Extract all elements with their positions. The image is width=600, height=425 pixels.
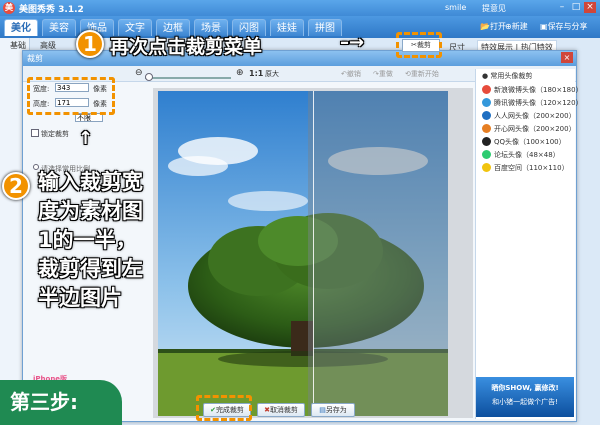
user-name[interactable]: smile [445, 3, 466, 12]
save-share-button[interactable]: ▣保存与分享 [540, 21, 588, 32]
step2-instruction: 输入裁剪宽 度为素材图 1的一半， 裁剪得到左 半边图片 [38, 168, 143, 313]
tab-face[interactable]: 美容 [42, 19, 76, 36]
title-bar: 美 美图秀秀 3.1.2 smile 提意见 – □ × [0, 0, 600, 16]
crop-menu-highlight [396, 32, 442, 58]
cancel-crop-button[interactable]: ✖取消裁剪 [257, 403, 305, 417]
preset-forum-label: 论坛头像（48×48） [494, 151, 560, 159]
step1-arrow: –→ [340, 32, 365, 53]
lock-ratio-checkbox[interactable] [31, 129, 39, 137]
preset-baidu-label: 百度空间（110×110） [494, 164, 569, 172]
preset-renren-label: 人人网头像（200×200） [494, 112, 576, 120]
step1-instruction: 再次点击裁剪菜单 [110, 36, 263, 58]
step2-line-2: 度为素材图 [38, 199, 143, 223]
qq-penguin-icon [482, 137, 491, 146]
crop-boundary-line[interactable] [313, 91, 314, 416]
step-number-1: 1 [76, 30, 104, 58]
lock-ratio-label: 锁定裁剪 [41, 130, 69, 138]
crop-dim-overlay [308, 91, 448, 416]
tab-collage[interactable]: 拼图 [308, 19, 342, 36]
preset-qq-label: QQ头像（100×100） [494, 138, 566, 146]
renren-icon [482, 111, 491, 120]
promo-banner-subtitle: 和小猪一起做个广告! [492, 398, 558, 406]
dialog-close-icon[interactable]: × [561, 52, 573, 63]
reset-button[interactable]: ⟲重新开始 [405, 69, 439, 79]
original-size-button[interactable]: 原大 [265, 69, 279, 79]
step2-line-3: 1的一半， [38, 228, 137, 252]
zoom-slider-knob[interactable] [145, 73, 153, 81]
new-label: 新建 [511, 22, 528, 31]
save-as-button[interactable]: ▤另存为 [311, 403, 355, 417]
app-window: 美 美图秀秀 3.1.2 smile 提意见 – □ × 美化 美容 饰品 文字… [0, 0, 600, 425]
baidu-paw-icon [482, 163, 491, 172]
finish-button-highlight [196, 395, 252, 421]
size-input-highlight [27, 77, 115, 115]
avatar-bullet-icon: ● [482, 72, 489, 80]
tab-beautify[interactable]: 美化 [4, 19, 38, 36]
tencent-weibo-icon [482, 98, 491, 107]
ratio-select-value: 不限 [77, 114, 91, 122]
save-as-label: 另存为 [325, 406, 347, 414]
promo-banner-title: 晒你SHOW, 赢修改! [491, 384, 559, 392]
promo-banner[interactable]: 晒你SHOW, 赢修改! 和小猪一起做个广告! [476, 377, 574, 417]
undo-label: 撤销 [346, 70, 361, 78]
maximize-icon[interactable]: □ [570, 2, 582, 13]
app-logo-icon: 美 [3, 2, 15, 14]
step3-badge: 第三步: [0, 380, 122, 425]
common-avatar-label: 常用头像裁剪 [490, 72, 533, 80]
save-share-label: 保存与分享 [547, 22, 588, 31]
preset-sina-label: 新浪微博头像（180×180） [494, 86, 583, 94]
tab-doll[interactable]: 娃娃 [270, 19, 304, 36]
zoom-out-icon[interactable]: ⊖ [135, 68, 143, 78]
common-avatar-title: ● 常用头像裁剪 [482, 71, 532, 81]
close-icon[interactable]: × [584, 2, 596, 13]
zoom-ratio[interactable]: 1:1 [249, 69, 263, 78]
reset-label: 重新开始 [410, 70, 439, 78]
zoom-slider-track[interactable] [145, 77, 231, 79]
feedback-link[interactable]: 提意见 [482, 3, 506, 14]
redo-label: 重做 [378, 70, 393, 78]
dialog-title-bar: 裁剪 × [23, 51, 576, 66]
redo-button[interactable]: ↷重做 [373, 69, 393, 79]
kaixin-icon [482, 124, 491, 133]
step2-arrow: ↑ [78, 128, 94, 149]
preset-tencent-label: 腾讯微博头像（120×120） [494, 99, 583, 107]
save-icon: ▣ [540, 22, 548, 31]
zoom-in-icon[interactable]: ⊕ [236, 68, 244, 78]
preset-kaixin-label: 开心网头像（200×200） [494, 125, 576, 133]
cancel-crop-label: 取消裁剪 [269, 406, 298, 414]
undo-button[interactable]: ↶撤销 [341, 69, 361, 79]
step2-line-4: 裁剪得到左 [38, 257, 143, 281]
step2-line-1: 输入裁剪宽 [38, 170, 143, 194]
folder-icon: 📂 [480, 22, 490, 31]
open-label: 打开 [489, 22, 506, 31]
sina-weibo-icon [482, 85, 491, 94]
avatar-preset-panel: ● 常用头像裁剪 新浪微博头像（180×180） 腾讯微博头像（120×120）… [475, 69, 583, 419]
plus-icon: ⊕ [505, 22, 512, 31]
step-number-2: 2 [2, 172, 30, 200]
forum-icon [482, 150, 491, 159]
minimize-icon[interactable]: – [556, 2, 568, 13]
tree-photo[interactable] [158, 91, 448, 416]
new-button[interactable]: ⊕新建 [505, 21, 528, 32]
open-button[interactable]: 📂打开 [480, 21, 506, 32]
dialog-title: 裁剪 [27, 54, 43, 63]
step2-line-5: 半边图片 [38, 286, 122, 310]
app-title: 美图秀秀 3.1.2 [19, 5, 84, 15]
save-as-icon: ▤ [319, 406, 326, 414]
